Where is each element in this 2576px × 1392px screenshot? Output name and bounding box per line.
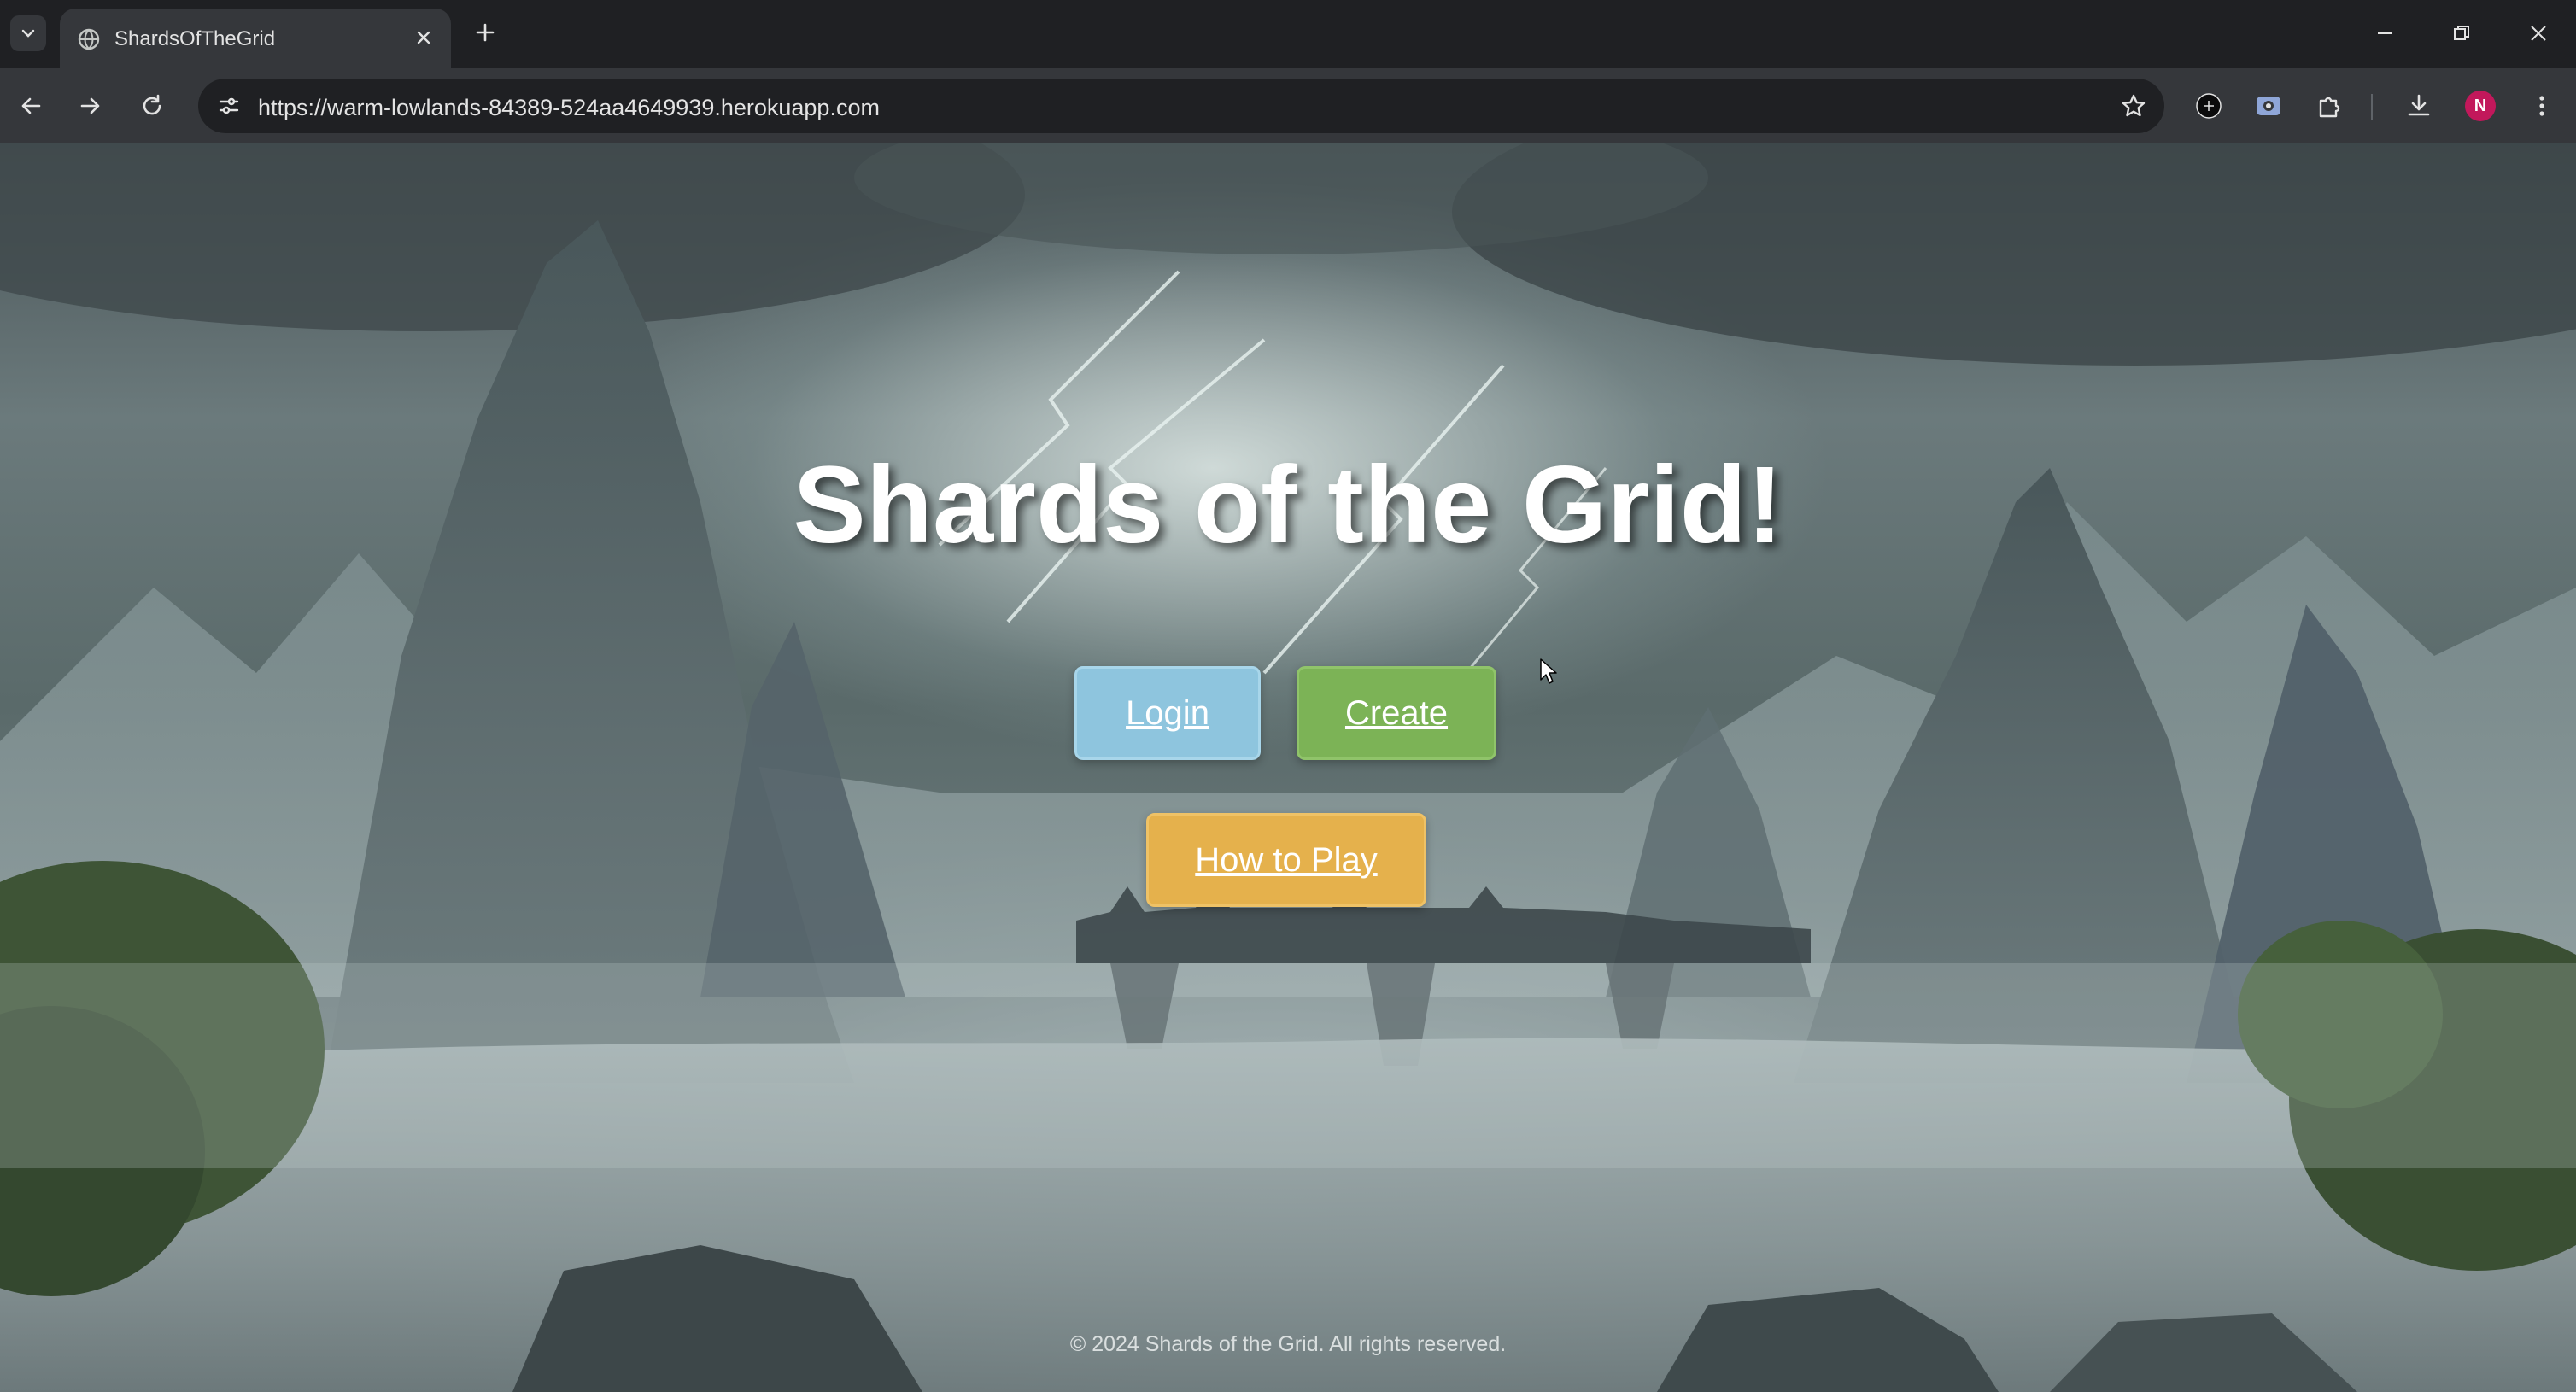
forward-button[interactable] [70,85,111,126]
chevron-down-icon [21,29,35,38]
mouse-cursor-icon [1540,658,1557,684]
plus-icon [476,23,495,42]
tab-close-button[interactable] [410,24,437,51]
reload-icon [143,94,161,115]
screen-capture-extension-button[interactable] [2248,85,2289,126]
extensions-button[interactable] [2310,85,2351,126]
bookmark-button[interactable] [2115,87,2152,125]
how-to-play-button[interactable]: How to Play [1146,813,1426,907]
reload-button[interactable] [132,85,173,126]
download-icon [2408,94,2430,116]
browser-menu-button[interactable] [2521,85,2562,126]
restore-icon [2454,26,2469,40]
login-button[interactable]: Login [1074,666,1261,760]
stormy-landscape-background [0,143,2576,1392]
close-icon [417,31,430,44]
downloads-button[interactable] [2398,85,2439,126]
restore-window-button[interactable] [2436,12,2487,55]
globe-icon [78,28,100,50]
url-text[interactable]: https://warm-lowlands-84389-524aa4649939… [258,95,880,121]
game-landing-page: Shards of the Grid! Login Create How to … [0,143,2576,1392]
browser-tab-active[interactable]: ShardsOfTheGrid [60,9,451,68]
arrow-right-icon [80,97,100,114]
extension-badge-icon [2196,93,2222,119]
browser-toolbar: https://warm-lowlands-84389-524aa4649939… [0,68,2576,143]
site-info-button[interactable] [210,87,248,125]
minimize-window-button[interactable] [2359,12,2410,55]
page-footer: © 2024 Shards of the Grid. All rights re… [1069,1332,1507,1356]
minimize-icon [2378,32,2392,34]
tune-icon [219,97,239,114]
avatar: N [2465,91,2496,121]
more-vertical-icon [2539,96,2544,116]
close-icon [2531,26,2546,41]
browser-titlebar: ShardsOfTheGrid [0,0,2576,68]
close-window-button[interactable] [2513,12,2564,55]
tab-title: ShardsOfTheGrid [114,27,276,50]
chatgpt-extension-button[interactable] [2188,85,2229,126]
profile-button[interactable]: N [2460,85,2501,126]
new-tab-button[interactable] [468,15,502,50]
tab-search-button[interactable] [10,15,46,51]
back-button[interactable] [10,85,51,126]
address-bar[interactable]: https://warm-lowlands-84389-524aa4649939… [198,79,2164,133]
arrow-left-icon [21,97,41,114]
camera-icon [2257,97,2280,115]
page-title: Shards of the Grid! [793,444,1783,566]
toolbar-divider [2371,94,2373,120]
star-icon [2122,94,2146,117]
puzzle-icon [2319,97,2340,118]
create-button[interactable]: Create [1297,666,1496,760]
